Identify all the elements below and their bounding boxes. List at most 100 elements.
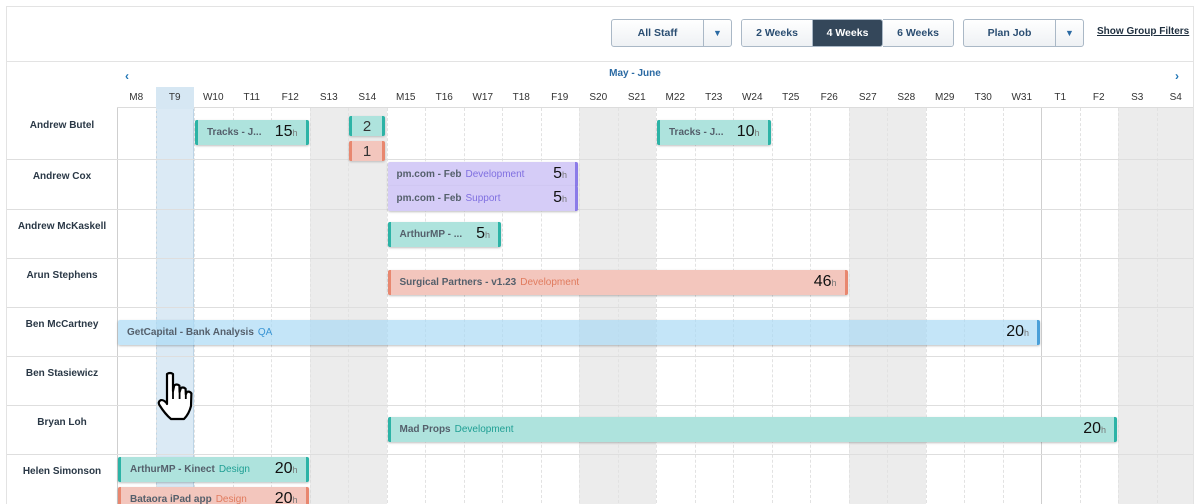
booking-job-name: Tracks - J... [669, 127, 724, 138]
day-header[interactable]: M22 [656, 92, 695, 103]
booking-bar[interactable]: pm.com - Feb Support 5h [387, 186, 578, 211]
day-header[interactable]: T16 [425, 92, 464, 103]
grid-column-line [810, 108, 811, 504]
day-header[interactable]: F26 [810, 92, 849, 103]
row-divider [7, 159, 1193, 160]
grid-column-line [848, 108, 850, 504]
booking-hours-unit: h [484, 230, 490, 240]
booking-hours-value: 10 [736, 123, 755, 140]
booking-hours: 46h [814, 273, 837, 291]
day-header[interactable]: F19 [541, 92, 580, 103]
booking-task-tag: Design [215, 494, 247, 504]
grid-column-line [964, 108, 965, 504]
weekend-column [1118, 108, 1157, 504]
prev-period-arrow-icon[interactable]: ‹ [125, 69, 129, 83]
day-header[interactable]: T23 [695, 92, 734, 103]
booking-hours-unit: h [1023, 328, 1029, 338]
booking-job-name: Tracks - J... [207, 127, 262, 138]
grid-column-line [194, 108, 195, 504]
booking-task-tag: QA [257, 327, 273, 338]
grid-column-line [309, 108, 311, 504]
staff-name[interactable]: Helen Simonson [7, 466, 117, 477]
day-header[interactable]: W24 [733, 92, 772, 103]
day-header[interactable]: M29 [926, 92, 965, 103]
day-header[interactable]: S27 [849, 92, 888, 103]
day-header[interactable]: T30 [964, 92, 1003, 103]
row-divider [7, 209, 1193, 210]
day-header[interactable]: F12 [271, 92, 310, 103]
day-header[interactable]: W10 [194, 92, 233, 103]
booking-bar[interactable]: ArthurMP - ... 5h [387, 222, 501, 247]
booking-task-tag: Development [465, 169, 525, 180]
grid-column-line [117, 108, 118, 504]
booking-job-name: Surgical Partners - v1.23 [399, 277, 517, 288]
row-divider [7, 454, 1193, 455]
weekend-column [617, 108, 656, 504]
day-header[interactable]: M15 [387, 92, 426, 103]
booking-hours: 20h [1006, 323, 1029, 341]
booking-bar[interactable]: Surgical Partners - v1.23 Development 46h [387, 270, 848, 295]
booking-hours-value: 46 [813, 273, 832, 290]
day-header[interactable]: M8 [117, 92, 156, 103]
booking-job-name: pm.com - Feb [396, 193, 462, 204]
row-divider [7, 356, 1193, 357]
grid-column-line [656, 108, 657, 504]
day-booking-count-chip[interactable]: 1 [349, 141, 385, 161]
booking-hours-unit: h [831, 278, 837, 288]
grid-column-line [1079, 108, 1081, 504]
next-period-arrow-icon[interactable]: › [1175, 69, 1179, 83]
booking-hours-value: 5 [476, 225, 485, 242]
schedule-grid: ‹ May - June › M8 T9 W10 T11 F12 S13 S14 M15 T16… [7, 7, 1194, 504]
staff-name[interactable]: Andrew Butel [7, 120, 117, 131]
staff-name[interactable]: Andrew McKaskell [7, 221, 117, 232]
booking-bar[interactable]: pm.com - Feb Development 5h [387, 162, 578, 187]
weekend-column [887, 108, 926, 504]
booking-job-name: Mad Props [399, 424, 451, 435]
booking-bar[interactable]: Tracks - J... 15h [195, 120, 309, 145]
row-divider [7, 258, 1193, 259]
day-header[interactable]: S21 [618, 92, 657, 103]
day-header[interactable]: T25 [772, 92, 811, 103]
booking-task-tag: Support [465, 193, 501, 204]
day-header[interactable]: S4 [1157, 92, 1194, 103]
booking-bar[interactable]: Bataora iPad app Design 20h [118, 487, 309, 504]
day-header[interactable]: T18 [502, 92, 541, 103]
staff-name[interactable]: Arun Stephens [7, 270, 117, 281]
booking-bar[interactable]: GetCapital - Bank Analysis QA 20h [118, 320, 1040, 345]
day-header[interactable]: S13 [310, 92, 349, 103]
staff-name[interactable]: Ben McCartney [7, 319, 117, 330]
booking-task-tag: Design [218, 464, 250, 475]
staff-name[interactable]: Andrew Cox [7, 171, 117, 182]
day-header[interactable]: S14 [348, 92, 387, 103]
day-header[interactable]: T1 [1041, 92, 1080, 103]
hand-cursor-icon [157, 371, 193, 421]
day-header[interactable]: S20 [579, 92, 618, 103]
booking-hours: 20h [275, 460, 298, 478]
grid-column-line [1041, 108, 1042, 504]
day-header[interactable]: F2 [1080, 92, 1119, 103]
day-header[interactable]: T9 [155, 87, 194, 109]
grid-column-line [579, 108, 580, 504]
day-booking-count-chip[interactable]: 2 [349, 116, 385, 136]
day-header[interactable]: S3 [1118, 92, 1157, 103]
booking-bar[interactable]: ArthurMP - Kinect Design 20h [118, 457, 309, 482]
grid-column-line [1118, 108, 1119, 504]
weekend-column [1156, 108, 1193, 504]
booking-bar[interactable]: Tracks - J... 10h [657, 120, 771, 145]
booking-job-name: Bataora iPad app [130, 494, 212, 504]
booking-hours-value: 20 [274, 490, 293, 504]
staff-name[interactable]: Ben Stasiewicz [7, 368, 117, 379]
booking-hours-value: 15 [274, 123, 293, 140]
today-column [155, 108, 194, 504]
day-header[interactable]: S28 [887, 92, 926, 103]
grid-column-line [694, 108, 696, 504]
booking-job-name: ArthurMP - Kinect [130, 464, 215, 475]
booking-hours-unit: h [561, 170, 567, 180]
day-header[interactable]: W31 [1003, 92, 1042, 103]
day-header[interactable]: T11 [233, 92, 272, 103]
booking-bar[interactable]: Mad Props Development 20h [387, 417, 1117, 442]
staff-name[interactable]: Bryan Loh [7, 417, 117, 428]
booking-hours: 5h [553, 165, 567, 183]
row-divider [7, 307, 1193, 308]
day-header[interactable]: W17 [464, 92, 503, 103]
